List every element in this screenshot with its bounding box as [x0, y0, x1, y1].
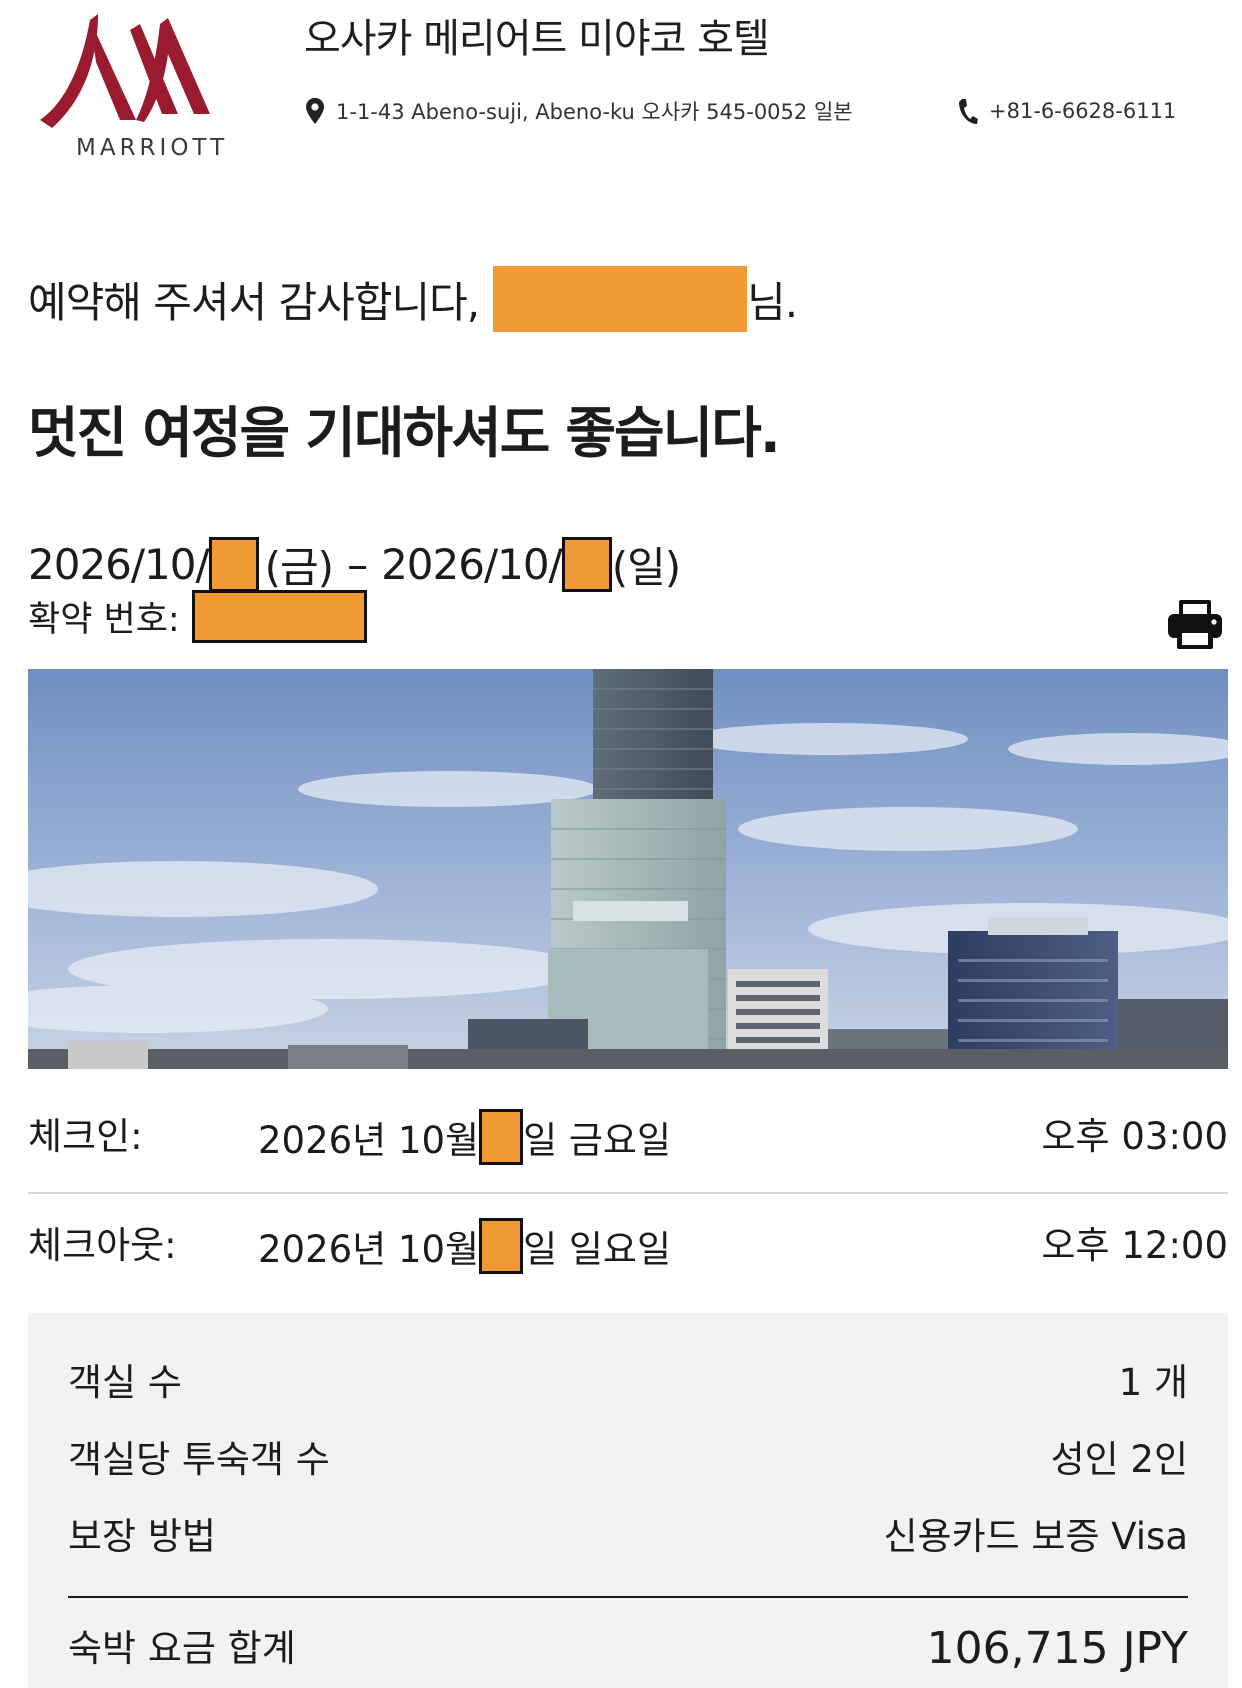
phone-text: +81-6-6628-6111	[989, 99, 1177, 123]
checkout-time: 오후 12:00	[1041, 1224, 1228, 1267]
date-separator: –	[347, 539, 368, 589]
guests-label: 객실당 투숙객 수	[68, 1438, 330, 1481]
headline: 멋진 여정을 기대하셔도 좋습니다.	[28, 401, 781, 465]
greeting-prefix: 예약해 주셔서 감사합니다,	[28, 277, 480, 327]
start-weekday: (금)	[264, 542, 334, 592]
hotel-photo	[28, 669, 1228, 1069]
rooms-row: 객실 수 1 개	[68, 1355, 1188, 1411]
location-pin-icon	[304, 96, 326, 126]
start-date-prefix: 2026/10/	[28, 539, 210, 589]
greeting: 예약해 주셔서 감사합니다, 님.	[28, 264, 798, 334]
checkin-date-prefix: 2026년 10월	[258, 1119, 480, 1162]
total-label: 숙박 요금 합계	[68, 1627, 296, 1670]
guarantee-label: 보장 방법	[68, 1515, 216, 1558]
phone-icon	[957, 96, 979, 126]
checkin-date: 2026년 10월 일 금요일	[258, 1107, 671, 1167]
guests-row: 객실당 투숙객 수 성인 2인	[68, 1432, 1188, 1488]
checkout-row: 체크아웃: 2026년 10월 일 일요일 오후 12:00	[28, 1216, 1228, 1276]
checkout-label: 체크아웃:	[28, 1224, 177, 1267]
reservation-summary: 객실 수 1 개 객실당 투숙객 수 성인 2인 보장 방법 신용카드 보증 V…	[28, 1313, 1228, 1688]
guest-name-redaction	[493, 266, 748, 332]
start-day-redaction	[208, 536, 259, 592]
total-value: 106,715 JPY	[926, 1623, 1188, 1674]
checkin-row: 체크인: 2026년 10월 일 금요일 오후 03:00	[28, 1107, 1228, 1167]
greeting-suffix: 님.	[747, 277, 798, 327]
guarantee-row: 보장 방법 신용카드 보증 Visa	[68, 1509, 1188, 1565]
hotel-name: 오사카 메리어트 미야코 호텔	[304, 16, 770, 62]
confirmation-label: 확약 번호:	[28, 599, 180, 640]
checkout-date: 2026년 10월 일 일요일	[258, 1216, 671, 1276]
end-day-redaction	[561, 536, 612, 592]
hotel-phone[interactable]: +81-6-6628-6111	[957, 96, 1176, 126]
checkout-day-redaction	[479, 1218, 524, 1274]
checkin-date-suffix: 일 금요일	[523, 1119, 672, 1162]
checkin-time: 오후 03:00	[1041, 1115, 1228, 1158]
printer-icon[interactable]	[1166, 598, 1224, 652]
checkout-date-suffix: 일 일요일	[523, 1228, 672, 1271]
rooms-label: 객실 수	[68, 1361, 182, 1404]
summary-divider	[68, 1596, 1188, 1598]
stay-dates: 2026/10/ (금) – 2026/10/ (일)	[28, 534, 681, 594]
guests-value: 성인 2인	[1050, 1438, 1188, 1481]
address-text: 1-1-43 Abeno-suji, Abeno-ku 오사카 545-0052…	[336, 100, 853, 124]
end-weekday: (일)	[611, 542, 681, 592]
hotel-address[interactable]: 1-1-43 Abeno-suji, Abeno-ku 오사카 545-0052…	[304, 96, 853, 126]
logo-wordmark: MARRIOTT	[76, 135, 229, 161]
divider	[28, 1192, 1228, 1194]
rooms-value: 1 개	[1118, 1361, 1188, 1404]
confirmation-number: 확약 번호:	[28, 588, 367, 644]
checkin-day-redaction	[479, 1109, 524, 1165]
marriott-m-mark	[40, 14, 210, 128]
confirmation-redaction	[191, 589, 367, 643]
total-row: 숙박 요금 합계 106,715 JPY	[68, 1621, 1188, 1677]
end-date-prefix: 2026/10/	[381, 539, 563, 589]
checkout-date-prefix: 2026년 10월	[258, 1228, 480, 1271]
guarantee-value: 신용카드 보증 Visa	[883, 1515, 1189, 1558]
checkin-label: 체크인:	[28, 1115, 143, 1158]
